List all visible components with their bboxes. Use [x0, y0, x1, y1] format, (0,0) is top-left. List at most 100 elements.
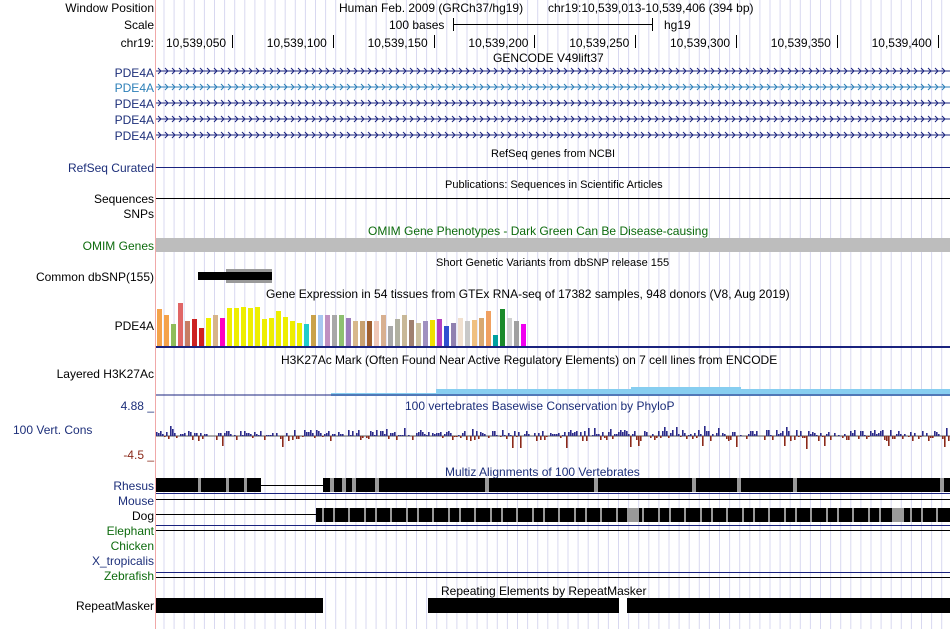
- conservation-positive: [614, 434, 616, 436]
- conservation-positive: [510, 435, 512, 436]
- conservation-positive: [700, 434, 702, 436]
- conservation-positive: [880, 431, 882, 436]
- repeatmasker-label[interactable]: RepeatMasker: [76, 599, 154, 613]
- conservation-positive: [854, 430, 856, 436]
- alignment-gap: [768, 508, 770, 522]
- conservation-positive: [492, 431, 494, 436]
- conservation-positive: [620, 430, 622, 436]
- repeat-element[interactable]: [156, 598, 323, 613]
- conservation-negative: [540, 436, 542, 440]
- h3k27ac-label[interactable]: Layered H3K27Ac: [57, 367, 154, 381]
- conservation-negative: [650, 436, 652, 438]
- conservation-positive: [476, 431, 478, 436]
- conservation-positive: [934, 431, 936, 436]
- conservation-positive: [170, 426, 172, 436]
- alignment-gap: [516, 508, 518, 522]
- conservation-label[interactable]: 100 Vert. Cons: [13, 423, 92, 437]
- omim-gene-bar[interactable]: [156, 238, 950, 252]
- gtex-tissue-bar: [192, 319, 197, 346]
- alignment-gap: [892, 508, 904, 522]
- species-elephant[interactable]: Elephant: [107, 524, 154, 538]
- species-rhesus[interactable]: Rhesus: [113, 479, 154, 493]
- alignment-gap: [658, 508, 660, 522]
- gencode-label-3[interactable]: PDE4A: [115, 97, 154, 111]
- conservation-positive: [304, 430, 306, 436]
- conservation-positive: [768, 430, 770, 436]
- species-dog[interactable]: Dog: [132, 509, 154, 523]
- conservation-positive: [156, 432, 158, 436]
- conservation-positive: [258, 435, 260, 436]
- conservation-positive: [694, 433, 696, 436]
- omim-label[interactable]: OMIM Genes: [83, 239, 154, 253]
- alignment-gap: [406, 508, 408, 522]
- conservation-negative: [908, 436, 910, 437]
- conservation-positive: [206, 434, 208, 436]
- gencode-label-2[interactable]: PDE4A: [115, 81, 154, 95]
- conservation-positive: [876, 434, 878, 436]
- multiz-title: Multiz Alignments of 100 Vertebrates: [445, 465, 640, 479]
- gtex-tissue-bar: [423, 321, 428, 346]
- conservation-negative: [470, 436, 472, 441]
- mouse-alignment-line[interactable]: [156, 499, 950, 500]
- alignment-gap: [810, 508, 812, 522]
- conservation-negative: [500, 436, 502, 437]
- conservation-negative: [466, 436, 468, 440]
- zebrafish-alignment-line[interactable]: [156, 577, 950, 578]
- conservation-positive: [272, 433, 274, 436]
- conservation-positive: [324, 434, 326, 436]
- conservation-negative: [830, 436, 832, 440]
- species-zebrafish[interactable]: Zebrafish: [104, 569, 154, 583]
- conservation-positive: [318, 431, 320, 436]
- gencode-transcripts[interactable]: [156, 64, 950, 144]
- conservation-negative: [886, 436, 888, 441]
- conservation-positive: [524, 434, 526, 436]
- ruler-tick-mark: [937, 35, 939, 48]
- dbsnp-variant-black[interactable]: [198, 272, 272, 280]
- conservation-positive: [594, 428, 596, 436]
- elephant-alignment-line[interactable]: [156, 530, 950, 531]
- gtex-tissue-bar: [248, 308, 253, 346]
- rhesus-mouse-separator: [156, 493, 950, 494]
- gtex-tissue-bar: [416, 323, 421, 346]
- gtex-tissue-bar: [388, 326, 393, 346]
- conservation-positive: [240, 431, 242, 436]
- alignment-gap: [793, 478, 797, 492]
- conservation-negative: [772, 436, 774, 440]
- refseq-gene-line[interactable]: [156, 167, 950, 168]
- gencode-label-1[interactable]: PDE4A: [115, 66, 154, 80]
- conservation-negative: [314, 436, 316, 438]
- conservation-positive: [230, 434, 232, 436]
- gtex-bar-chart[interactable]: [156, 300, 950, 349]
- conservation-positive: [574, 432, 576, 436]
- snps-label[interactable]: SNPs: [123, 207, 154, 221]
- conservation-positive: [376, 430, 378, 436]
- refseq-label[interactable]: RefSeq Curated: [68, 161, 154, 175]
- dbsnp-title: Short Genetic Variants from dbSNP releas…: [436, 257, 670, 269]
- conservation-positive: [756, 431, 758, 436]
- species-chicken[interactable]: Chicken: [111, 539, 154, 553]
- alignment-gap: [342, 478, 346, 492]
- gencode-label-5[interactable]: PDE4A: [115, 129, 154, 143]
- repeat-element[interactable]: [428, 598, 619, 613]
- ruler-tick-label: 10,539,100: [266, 36, 327, 50]
- repeat-element[interactable]: [627, 598, 950, 613]
- conservation-positive: [786, 427, 788, 436]
- gtex-label[interactable]: PDE4A: [115, 319, 154, 333]
- conservation-positive: [534, 433, 536, 436]
- conservation-positive: [724, 434, 726, 436]
- conservation-positive: [462, 433, 464, 436]
- h3k27ac-signal[interactable]: [156, 384, 950, 396]
- conservation-positive: [562, 435, 564, 436]
- dbsnp-label[interactable]: Common dbSNP(155): [36, 270, 154, 284]
- gtex-tissue-bar: [367, 321, 372, 346]
- alignment-gap: [198, 478, 201, 492]
- sequences-label[interactable]: Sequences: [94, 192, 154, 206]
- species-mouse[interactable]: Mouse: [118, 494, 154, 508]
- gtex-title: Gene Expression in 54 tissues from GTEx …: [266, 287, 790, 301]
- species-x-tropicalis[interactable]: X_tropicalis: [92, 554, 154, 568]
- gtex-tissue-bar: [353, 321, 358, 346]
- gtex-tissue-bar: [276, 311, 281, 346]
- gencode-label-4[interactable]: PDE4A: [115, 113, 154, 127]
- conservation-wiggle[interactable]: [156, 416, 950, 456]
- conservation-positive: [316, 430, 318, 436]
